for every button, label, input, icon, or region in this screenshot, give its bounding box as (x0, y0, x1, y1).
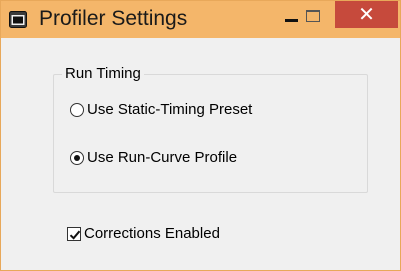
window-title: Profiler Settings (39, 7, 188, 30)
radio-button-checked[interactable] (70, 150, 84, 165)
checkbox-label: Corrections Enabled (84, 225, 220, 242)
radio-label: Use Run-Curve Profile (87, 149, 238, 166)
checkbox-checked[interactable] (67, 226, 81, 241)
title-bar[interactable]: Profiler Settings ✕ (1, 1, 400, 38)
maximize-button[interactable] (297, 1, 329, 31)
radio-static-timing-preset[interactable]: Use Static-Timing Preset (70, 101, 252, 118)
dialog-body: Run Timing Use Static-Timing Preset Use … (9, 38, 392, 263)
corrections-enabled-checkbox[interactable]: Corrections Enabled (67, 225, 220, 242)
close-button[interactable]: ✕ (335, 1, 398, 28)
run-timing-label: Run Timing (62, 65, 144, 82)
radio-run-curve-profile[interactable]: Use Run-Curve Profile (70, 149, 237, 166)
close-icon: ✕ (358, 2, 375, 26)
app-window-icon[interactable] (9, 11, 27, 28)
radio-button-unchecked[interactable] (70, 102, 84, 117)
radio-label: Use Static-Timing Preset (87, 101, 253, 118)
profiler-settings-window: Profiler Settings ✕ Run Timing Use Stati… (0, 0, 401, 271)
run-timing-groupbox: Run Timing Use Static-Timing Preset Use … (53, 65, 368, 193)
checkmark-icon (69, 230, 81, 240)
